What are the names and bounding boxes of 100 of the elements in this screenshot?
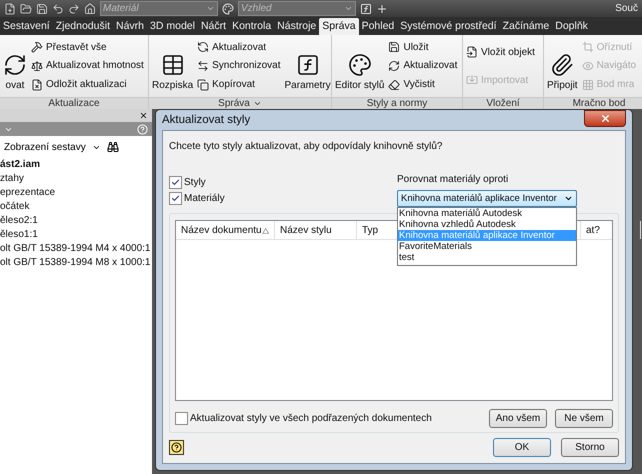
dialog-title: Aktualizovat styly xyxy=(162,114,250,126)
group-label-text: Vložení xyxy=(486,98,520,109)
ribbon-button[interactable]: Synchronizovat xyxy=(197,60,281,72)
ribbon-tab[interactable]: Náčrt xyxy=(198,18,230,35)
tree-item[interactable]: ást2.iam xyxy=(0,158,152,172)
ribbon-tab[interactable]: Pohled xyxy=(358,18,398,35)
checkbox-label: Styly xyxy=(184,177,206,188)
help-button[interactable] xyxy=(169,440,184,455)
tree-item[interactable]: ztahy xyxy=(0,172,152,186)
caret-icon xyxy=(344,4,353,13)
ribbon-button[interactable]: Aktualizovat xyxy=(388,60,458,72)
scale-icon xyxy=(31,60,43,72)
checkbox-label: Aktualizovat styly ve všech podřazených dokumentech xyxy=(190,413,432,424)
ribbon-button[interactable]: Uložit xyxy=(388,41,458,54)
checkbox[interactable] xyxy=(169,176,182,189)
file-insert-icon xyxy=(466,46,478,58)
plus-icon xyxy=(376,2,388,14)
ribbon-large-button[interactable]: Připojit xyxy=(547,38,578,94)
close-icon xyxy=(600,113,610,124)
tree-item[interactable]: olt GB/T 15389-1994 M8 x 1000:1 xyxy=(0,256,152,270)
compare-select[interactable]: Knihovna materiálů aplikace Inventor xyxy=(397,190,577,207)
import-icon xyxy=(466,74,478,86)
dropdown-option[interactable]: Knihovna vzhledů Autodesk xyxy=(398,219,517,230)
crop-icon xyxy=(582,41,594,54)
function-icon xyxy=(360,2,372,14)
group-label-text: Aktualizace xyxy=(48,98,100,109)
column-header[interactable]: Název stylu xyxy=(275,221,357,239)
redo-icon xyxy=(68,2,80,14)
dropdown-option[interactable]: Knihovna materiálů Autodesk xyxy=(398,208,524,219)
dialog-button[interactable]: Storno xyxy=(561,438,619,457)
caret-icon xyxy=(252,99,262,108)
ribbon-tab[interactable]: Nástroje xyxy=(274,18,320,35)
dropdown-option[interactable]: test xyxy=(398,252,416,263)
new-file-icon xyxy=(4,2,16,14)
ribbon-large-button[interactable]: Rozpiska xyxy=(152,38,194,94)
dialog-button[interactable]: Ne všem xyxy=(555,409,613,428)
ribbon-tab[interactable]: Kontrola xyxy=(229,18,274,35)
view-label[interactable]: Zobrazení sestavy xyxy=(4,142,86,152)
ribbon-large-button[interactable]: Parametry xyxy=(284,38,331,94)
ribbon-large-button[interactable]: Editor stylů xyxy=(335,38,384,94)
help-icon xyxy=(171,442,182,453)
refresh-icon xyxy=(197,41,210,54)
eye-icon xyxy=(582,60,594,72)
ribbon-tab[interactable]: Návrh xyxy=(113,18,148,35)
caret-icon xyxy=(564,194,573,203)
ribbon-button[interactable]: Odložit aktualizaci xyxy=(31,78,144,91)
compare-label: Porovnat materiály oproti xyxy=(397,174,510,185)
tree-item[interactable]: eprezentace xyxy=(0,186,152,200)
ribbon-button[interactable]: Přestavět vše xyxy=(31,41,144,54)
paperclip-icon xyxy=(550,53,574,77)
group-label-text: Mračno bod xyxy=(572,98,626,109)
ribbon-button[interactable]: Aktualizovat xyxy=(197,41,281,54)
refresh-icon xyxy=(388,60,400,72)
group-label-text: Styly a normy xyxy=(366,98,428,109)
ribbon-button[interactable]: Vložit objekt xyxy=(466,46,535,58)
question-text: Chcete tyto styly aktualizovat, aby odpovídaly knihovně stylů? xyxy=(169,141,444,152)
ribbon-large-button[interactable]: ovat xyxy=(3,38,27,94)
checkbox[interactable] xyxy=(175,412,188,425)
ribbon-tab[interactable]: Doplňk xyxy=(552,18,591,35)
save-icon xyxy=(388,41,400,54)
search-icon[interactable] xyxy=(106,141,119,153)
column-header[interactable]: Typ xyxy=(357,221,401,239)
help-icon[interactable] xyxy=(137,124,148,134)
arrows-icon xyxy=(197,60,210,72)
ribbon-button[interactable]: Vyčistit xyxy=(388,78,458,91)
undo-icon xyxy=(52,2,64,14)
ribbon-tab[interactable]: Sestavení xyxy=(0,18,53,35)
close-icon[interactable] xyxy=(139,111,148,120)
tree-item[interactable]: ěleso2:1 xyxy=(0,214,152,228)
refresh-icon xyxy=(3,53,27,77)
dropdown-option[interactable]: FavoriteMaterials xyxy=(398,241,473,252)
tree-item[interactable]: očátek xyxy=(0,200,152,214)
ribbon-tab[interactable]: Zjednodušit xyxy=(52,18,113,35)
tree-item[interactable]: olt GB/T 15389-1994 M4 x 4000:1 xyxy=(0,242,152,256)
file-x-icon xyxy=(31,78,43,91)
ribbon-tab[interactable]: Systémové prostředí xyxy=(397,18,500,35)
palette-icon xyxy=(348,53,372,77)
checkbox-label: Materiály xyxy=(184,193,225,204)
ribbon-tab[interactable]: Správa xyxy=(319,18,359,35)
table-icon xyxy=(160,53,185,77)
checkbox[interactable] xyxy=(169,192,182,205)
ribbon-tab[interactable]: Začínáme xyxy=(500,18,552,35)
home-icon xyxy=(84,2,96,14)
copy-icon xyxy=(197,78,210,91)
ribbon-button[interactable]: Aktualizovat hmotnost xyxy=(31,60,144,72)
tree-item[interactable]: ěleso1:1 xyxy=(0,228,152,242)
ribbon-button[interactable]: Kopírovat xyxy=(197,78,281,91)
dialog-button[interactable]: Ano všem xyxy=(489,409,547,428)
palette-icon xyxy=(222,2,234,14)
column-header[interactable]: at? xyxy=(581,221,641,239)
open-folder-icon xyxy=(20,2,32,14)
eraser-icon xyxy=(388,78,400,91)
dialog-button[interactable]: OK xyxy=(493,438,551,457)
sort-icon xyxy=(262,226,269,234)
ribbon-tab[interactable]: 3D model xyxy=(147,18,198,35)
function-icon xyxy=(296,53,320,77)
close-button[interactable] xyxy=(584,110,626,127)
group-label-text: Správa xyxy=(218,98,250,109)
column-header[interactable]: Název dokumentu xyxy=(176,221,275,239)
save-icon xyxy=(36,2,48,14)
